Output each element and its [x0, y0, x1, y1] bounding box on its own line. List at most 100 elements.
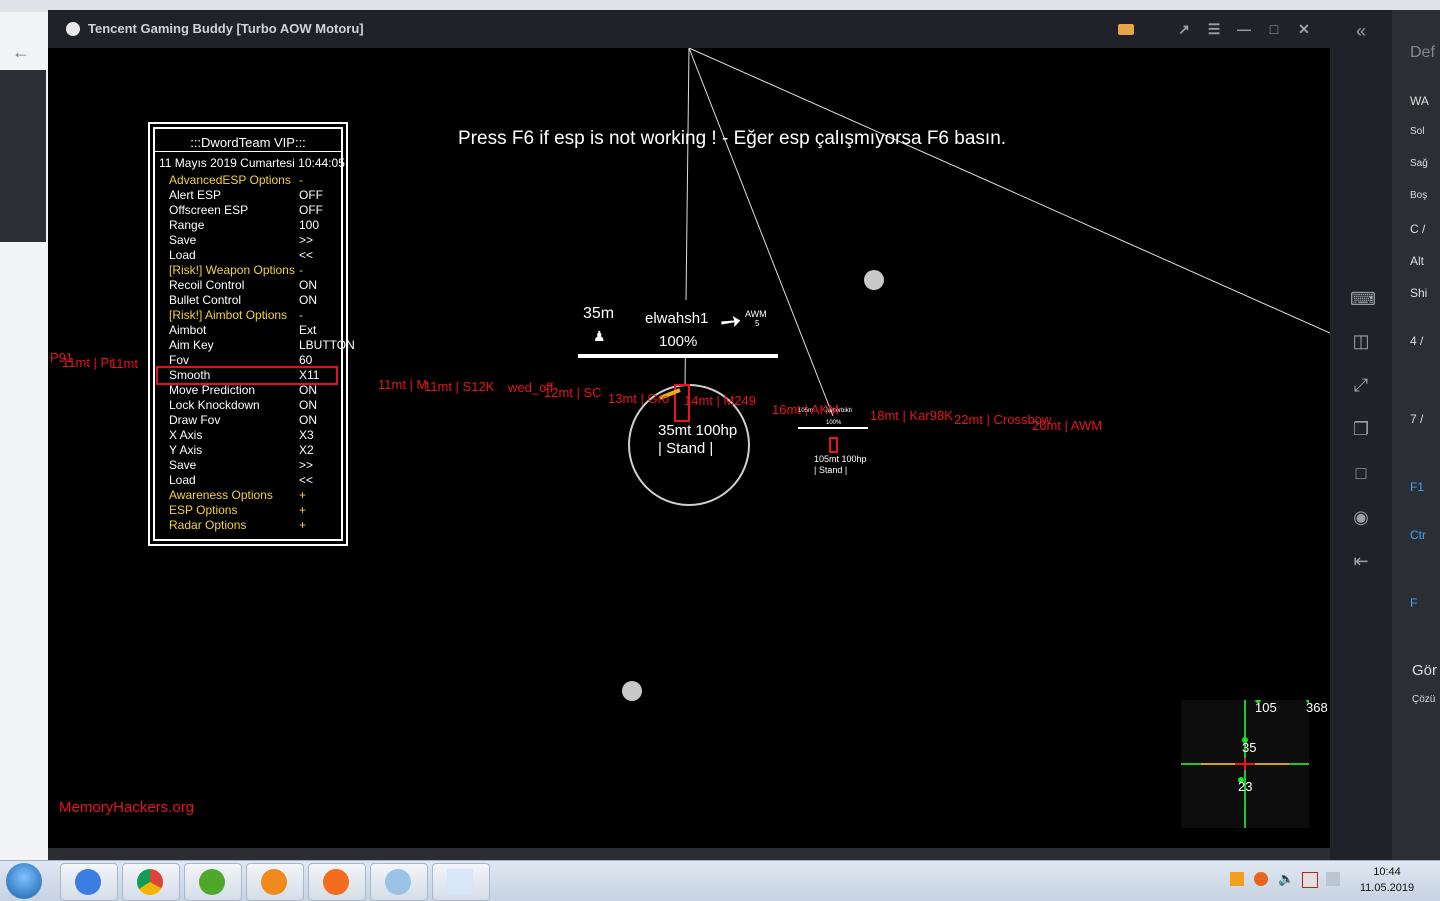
menu-option-label: [Risk!] Aimbot Options [169, 308, 288, 322]
item-label: 12mt | SC [544, 385, 602, 400]
menu-option-value: X11 [299, 368, 320, 382]
taskbar-app-gameloop[interactable] [246, 863, 304, 901]
panel-item[interactable]: Boş [1410, 190, 1427, 201]
menu-option-row[interactable]: Draw Fov ON [169, 413, 317, 428]
emulator-toolbar: « ⌨ ◫ ⤢ ❐ □ ◉ ⇤ [1330, 10, 1392, 860]
menu-option-value: OFF [299, 188, 323, 202]
taskbar-app-paint[interactable] [370, 863, 428, 901]
menu-option-label: X Axis [169, 428, 203, 442]
taskbar-app-window[interactable] [432, 863, 490, 901]
start-button[interactable] [6, 863, 42, 899]
popout-icon[interactable]: ↗ [1174, 19, 1194, 39]
menu-icon[interactable]: ☰ [1204, 19, 1224, 39]
panel-item[interactable]: Sağ [1410, 158, 1428, 169]
menu-option-row[interactable]: Y Axis X2 [169, 443, 314, 458]
taskbar-app-chrome[interactable] [122, 863, 180, 901]
menu-option-row[interactable]: Aimbot Ext [169, 323, 316, 338]
taskbar-app-tencent-buddy[interactable] [308, 863, 366, 901]
menu-option-row[interactable]: Lock Knockdown ON [169, 398, 317, 413]
menu-option-row[interactable]: Load << [169, 473, 313, 488]
menu-option-label: Save [169, 458, 197, 472]
menu-option-value: 60 [299, 353, 313, 367]
menu-option-label: Y Axis [169, 443, 203, 457]
menu-option-label: Recoil Control [169, 278, 245, 292]
emulator-title-bar[interactable]: Tencent Gaming Buddy [Turbo AOW Motoru] … [48, 10, 1330, 48]
menu-option-label: Fov [169, 353, 190, 367]
panel-item[interactable]: Ctr [1410, 528, 1426, 542]
taskbar-app-chromium[interactable] [60, 863, 118, 901]
menu-option-row[interactable]: Range 100 [169, 218, 319, 233]
menu-option-row[interactable]: Save >> [169, 458, 313, 473]
panel-item[interactable]: 4 / [1410, 334, 1423, 348]
taskbar-app-utorrent[interactable] [184, 863, 242, 901]
keyboard-icon[interactable]: ⌨ [1350, 288, 1376, 310]
menu-option-label: Smooth [169, 368, 211, 382]
menu-option-row[interactable]: Offscreen ESP OFF [169, 203, 323, 218]
volume-icon[interactable]: 🔈 [1278, 872, 1294, 886]
multi-window-icon[interactable]: ❐ [1350, 418, 1372, 440]
menu-option-row[interactable]: AdvancedESP Options - [169, 173, 303, 188]
menu-option-row[interactable]: Awareness Options + [169, 488, 306, 503]
menu-option-row[interactable]: Save >> [169, 233, 313, 248]
collapse-icon[interactable]: « [1350, 20, 1372, 42]
menu-option-value: + [299, 488, 307, 502]
panel-item[interactable]: Shi [1410, 286, 1427, 300]
menu-option-row[interactable]: Bullet Control ON [169, 293, 317, 308]
action-center-icon[interactable] [1326, 872, 1340, 886]
maximize-icon[interactable]: □ [1264, 19, 1284, 39]
exit-icon[interactable]: ⇤ [1350, 550, 1372, 572]
menu-option-label: Move Prediction [169, 383, 256, 397]
menu-option-label: [Risk!] Weapon Options [169, 263, 295, 277]
panel-item[interactable]: Çözü [1412, 694, 1435, 705]
menu-option-row[interactable]: [Risk!] Aimbot Options - [169, 308, 303, 323]
menu-title: :::DwordTeam VIP::: [190, 135, 306, 150]
menu-datetime: 11 Mayıs 2019 Cumartesi 10:44:05 [159, 156, 345, 170]
close-icon[interactable]: ✕ [1294, 19, 1314, 39]
panel-item[interactable]: WA [1410, 94, 1429, 108]
far-esp-health: 100% [826, 420, 842, 426]
record-icon[interactable]: ◉ [1350, 506, 1372, 528]
panel-item[interactable]: 7 / [1410, 412, 1423, 426]
wallet-icon[interactable] [1116, 19, 1136, 39]
minimize-icon[interactable]: — [1234, 19, 1254, 39]
menu-option-value: X3 [299, 428, 314, 442]
far-skeleton-box [829, 437, 838, 453]
menu-option-row[interactable]: Fov 60 [169, 353, 312, 368]
screenshot-icon[interactable]: □ [1350, 462, 1372, 484]
rotate-icon[interactable]: ◫ [1350, 330, 1372, 352]
fullscreen-icon[interactable]: ⤢ [1350, 374, 1372, 396]
panel-item[interactable]: C / [1410, 222, 1425, 236]
menu-option-label: ESP Options [169, 503, 238, 517]
menu-divider [155, 151, 341, 152]
menu-option-row[interactable]: Move Prediction ON [169, 383, 317, 398]
menu-option-row[interactable]: Recoil Control ON [169, 278, 317, 293]
tray-icon[interactable] [1230, 872, 1244, 886]
radar-label: 105 [1255, 700, 1277, 715]
menu-option-row[interactable]: Alert ESP OFF [169, 188, 323, 203]
target-info-line2: | Stand | [658, 440, 714, 457]
menu-option-row[interactable]: Smooth X11 [156, 366, 338, 385]
menu-option-value: << [299, 248, 314, 262]
menu-option-row[interactable]: [Risk!] Weapon Options - [169, 263, 303, 278]
menu-option-label: AdvancedESP Options [169, 173, 291, 187]
snapline-far [688, 48, 834, 417]
menu-option-row[interactable]: Load << [169, 248, 313, 263]
cheat-menu-frame: :::DwordTeam VIP::: 11 Mayıs 2019 Cumart… [153, 127, 355, 541]
radar-map: 105 368 35 23 [1181, 700, 1328, 828]
taskbar-clock[interactable]: 10:44 11.05.2019 [1352, 864, 1422, 896]
back-arrow-icon[interactable]: ← [12, 42, 36, 62]
tray-icon[interactable] [1254, 872, 1268, 886]
panel-item[interactable]: Sol [1410, 126, 1424, 137]
menu-option-label: Lock Knockdown [169, 398, 260, 412]
panel-item[interactable]: F1 [1410, 480, 1424, 494]
panel-item[interactable]: F [1410, 596, 1417, 610]
network-icon[interactable] [1302, 872, 1318, 888]
player-icon: ♟ [593, 328, 606, 344]
menu-option-row[interactable]: ESP Options + [169, 503, 306, 518]
menu-option-row[interactable]: Aim Key LBUTTON [169, 338, 355, 353]
cheat-menu[interactable]: :::DwordTeam VIP::: 11 Mayıs 2019 Cumart… [148, 122, 355, 546]
panel-item[interactable]: Alt [1410, 254, 1424, 268]
menu-option-row[interactable]: Radar Options + [169, 518, 306, 533]
game-viewport[interactable]: Press F6 if esp is not working ! - Eğer … [48, 48, 1330, 848]
menu-option-row[interactable]: X Axis X3 [169, 428, 314, 443]
